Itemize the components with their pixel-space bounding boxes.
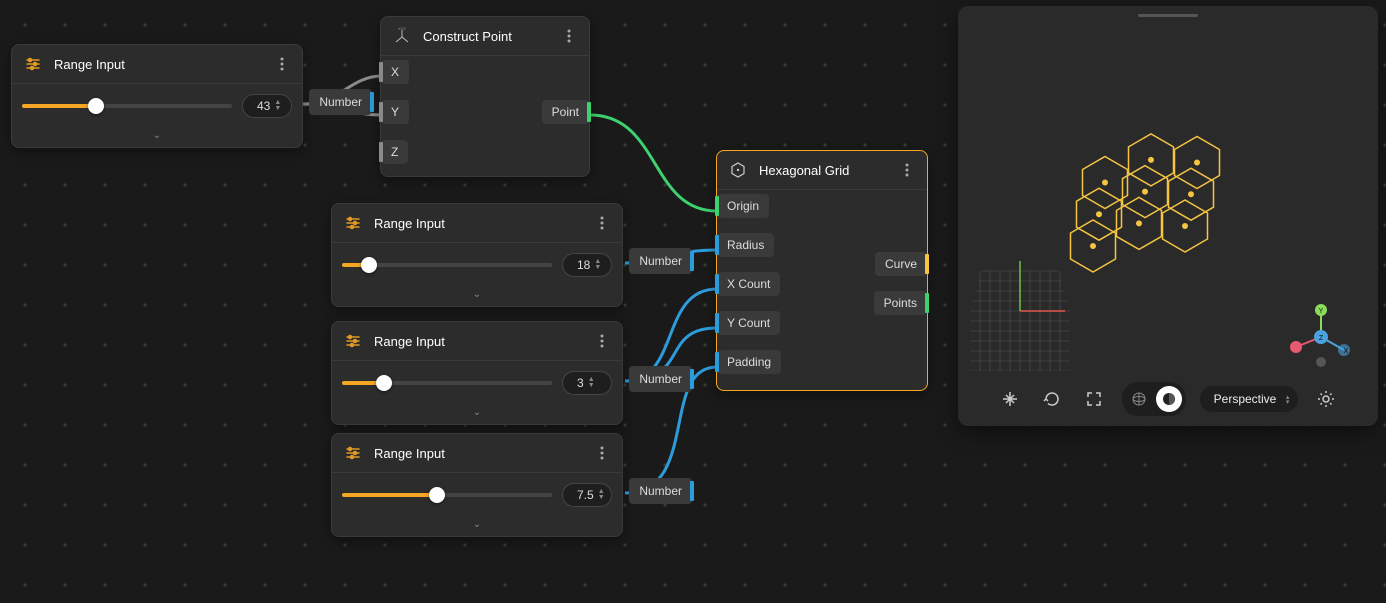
node-title: Range Input: [374, 446, 592, 461]
refresh-icon[interactable]: [1038, 385, 1066, 413]
range-value: 18: [577, 258, 590, 272]
node-title: Range Input: [54, 57, 272, 72]
node-title: Construct Point: [423, 29, 559, 44]
input-port-radius[interactable]: Radius: [717, 233, 774, 257]
svg-text:Y: Y: [1319, 308, 1324, 315]
value-stepper[interactable]: ▲▼: [588, 377, 595, 389]
input-port-origin[interactable]: Origin: [717, 194, 769, 218]
node-range-input-4[interactable]: Range Input 7.5 ▲▼ Number ⌄: [331, 433, 623, 537]
range-value: 3: [577, 376, 584, 390]
value-stepper[interactable]: ▲▼: [274, 100, 281, 112]
projection-dropdown[interactable]: Perspective ▴▾: [1200, 386, 1299, 412]
svg-text:Z: Z: [1319, 335, 1324, 342]
range-slider[interactable]: [342, 375, 552, 391]
output-port-curve[interactable]: Curve: [875, 252, 927, 276]
node-menu-button[interactable]: [559, 26, 579, 46]
svg-text:XYZ: XYZ: [398, 27, 406, 31]
input-port-xcount[interactable]: X Count: [717, 272, 780, 296]
viewport-scene: [1053, 46, 1353, 286]
output-port-number[interactable]: Number: [629, 478, 692, 504]
node-title: Hexagonal Grid: [759, 163, 897, 178]
ground-grid-gizmo: [970, 251, 1070, 371]
sliders-icon: [342, 212, 364, 234]
value-stepper[interactable]: ▲▼: [598, 489, 605, 501]
sliders-icon: [22, 53, 44, 75]
range-value-input[interactable]: 3 ▲▼: [562, 371, 612, 395]
value-stepper[interactable]: ▲▼: [594, 259, 601, 271]
output-port-number[interactable]: Number: [629, 248, 692, 274]
viewport-panel[interactable]: Y Z X Perspective ▴▾: [958, 6, 1378, 426]
node-range-input-1[interactable]: Range Input 43 ▲▼ Number ⌄: [11, 44, 303, 148]
input-port-z[interactable]: Z: [381, 140, 408, 164]
hexagon-icon: [727, 159, 749, 181]
node-construct-point[interactable]: XYZ Construct Point X Y Z Point: [380, 16, 590, 177]
range-value-input[interactable]: 18 ▲▼: [562, 253, 612, 277]
viewport-drag-handle[interactable]: [1138, 14, 1198, 17]
settings-gear-icon[interactable]: [1312, 385, 1340, 413]
output-port-number[interactable]: Number: [629, 366, 692, 392]
shading-mode-toggle[interactable]: [1122, 382, 1186, 416]
input-port-padding[interactable]: Padding: [717, 350, 781, 374]
node-menu-button[interactable]: [592, 331, 612, 351]
sliders-icon: [342, 442, 364, 464]
range-value-input[interactable]: 43 ▲▼: [242, 94, 292, 118]
collapse-toggle[interactable]: ⌄: [332, 517, 622, 536]
range-slider[interactable]: [22, 98, 232, 114]
input-port-y[interactable]: Y: [381, 100, 409, 124]
range-value: 43: [257, 99, 270, 113]
output-port-point[interactable]: Point: [542, 100, 589, 124]
xyz-icon: XYZ: [391, 25, 413, 47]
collapse-toggle[interactable]: ⌄: [12, 128, 302, 147]
range-slider[interactable]: [342, 487, 552, 503]
node-menu-button[interactable]: [272, 54, 292, 74]
node-hexagonal-grid[interactable]: Hexagonal Grid Origin Radius X Count Y C…: [716, 150, 928, 391]
sliders-icon: [342, 330, 364, 352]
input-port-ycount[interactable]: Y Count: [717, 311, 780, 335]
axis-gizmo[interactable]: Y Z X: [1286, 302, 1356, 372]
output-port-number[interactable]: Number: [309, 89, 372, 115]
collapse-toggle[interactable]: ⌄: [332, 405, 622, 424]
input-port-x[interactable]: X: [381, 60, 409, 84]
range-value: 7.5: [577, 488, 594, 502]
output-port-points[interactable]: Points: [874, 291, 927, 315]
node-title: Range Input: [374, 216, 592, 231]
node-menu-button[interactable]: [592, 443, 612, 463]
svg-text:X: X: [1344, 348, 1349, 355]
collapse-toggle[interactable]: ⌄: [332, 287, 622, 306]
node-range-input-2[interactable]: Range Input 18 ▲▼ Number ⌄: [331, 203, 623, 307]
node-menu-button[interactable]: [592, 213, 612, 233]
node-title: Range Input: [374, 334, 592, 349]
shaded-mode-icon[interactable]: [1156, 386, 1182, 412]
pan-tool-icon[interactable]: [996, 385, 1024, 413]
wireframe-mode-icon[interactable]: [1126, 386, 1152, 412]
range-slider[interactable]: [342, 257, 552, 273]
node-menu-button[interactable]: [897, 160, 917, 180]
range-value-input[interactable]: 7.5 ▲▼: [562, 483, 612, 507]
fullscreen-icon[interactable]: [1080, 385, 1108, 413]
node-range-input-3[interactable]: Range Input 3 ▲▼ Number ⌄: [331, 321, 623, 425]
